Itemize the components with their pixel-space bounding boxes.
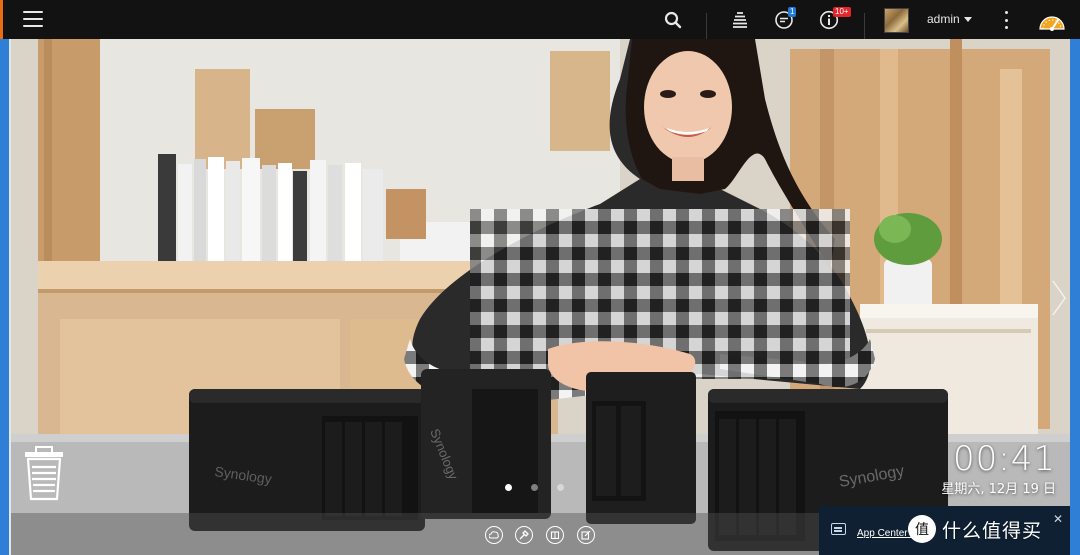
watermark-logo: 值 bbox=[908, 515, 936, 543]
messages-icon[interactable]: 1 bbox=[773, 7, 797, 31]
page-dot-3[interactable] bbox=[557, 484, 564, 491]
clock-time: 00:41 bbox=[953, 439, 1056, 479]
desktop-page-indicator bbox=[505, 484, 564, 491]
wallpaper-image: Synology Synology Synology bbox=[0, 39, 1080, 555]
package-icon[interactable] bbox=[546, 526, 564, 544]
clock-date: 星期六, 12月 19 日 bbox=[941, 482, 1056, 497]
toolbar-divider bbox=[864, 13, 865, 39]
watermark-text: 什么值得买 bbox=[942, 519, 1043, 542]
toolbar-divider bbox=[706, 13, 707, 39]
chevron-down-icon[interactable] bbox=[964, 17, 972, 22]
kebab-icon[interactable] bbox=[1000, 11, 1012, 29]
avatar[interactable] bbox=[884, 8, 909, 33]
edit-icon[interactable] bbox=[577, 526, 595, 544]
recycle-bin-icon[interactable] bbox=[22, 446, 66, 502]
stacked-tasks-icon[interactable] bbox=[729, 9, 751, 31]
nas-cloud-icon[interactable] bbox=[485, 526, 503, 544]
top-bar: 1 10+ admin bbox=[0, 0, 1080, 39]
accent-tab bbox=[0, 0, 3, 39]
tools-icon[interactable] bbox=[515, 526, 533, 544]
left-edge bbox=[0, 39, 11, 555]
page-dot-2[interactable] bbox=[531, 484, 538, 491]
notifications-badge: 10+ bbox=[833, 7, 851, 17]
chevron-right-icon[interactable] bbox=[1050, 278, 1068, 318]
svg-text:值: 值 bbox=[915, 522, 929, 538]
messages-badge: 1 bbox=[788, 7, 797, 17]
info-notifications-icon[interactable]: 10+ bbox=[818, 7, 851, 31]
site-watermark: 值 什么值得买 bbox=[908, 512, 1042, 546]
gauge-dashboard-icon[interactable] bbox=[1038, 8, 1066, 32]
close-icon[interactable]: ✕ bbox=[1053, 512, 1063, 526]
right-edge bbox=[1070, 39, 1080, 555]
message-icon bbox=[831, 523, 846, 535]
search-icon[interactable] bbox=[662, 9, 684, 31]
page-dot-1[interactable] bbox=[505, 484, 512, 491]
desktop-wallpaper: Synology Synology Synology bbox=[0, 39, 1080, 555]
hamburger-menu-icon[interactable] bbox=[22, 8, 44, 30]
watermark-logo-glyph: 值 bbox=[915, 522, 929, 538]
username-label[interactable]: admin bbox=[927, 12, 960, 26]
desktop-clock: 00:41 星期六, 12月 19 日 bbox=[941, 437, 1056, 499]
notification-title: App Center bbox=[857, 528, 908, 539]
